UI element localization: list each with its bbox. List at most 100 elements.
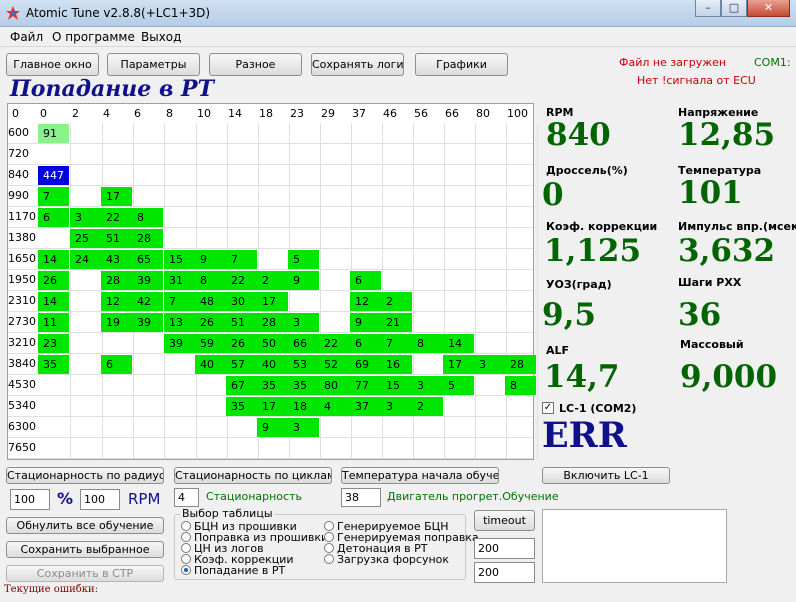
table-cell[interactable]: 22 <box>319 334 350 353</box>
table-cell[interactable]: 69 <box>350 355 381 374</box>
table-cell[interactable]: 8 <box>132 208 163 227</box>
table-cell[interactable]: 35 <box>257 376 288 395</box>
learning-temp-button[interactable]: Температура начала обучения <box>341 467 499 484</box>
table-cell[interactable]: 447 <box>38 166 69 185</box>
table-cell[interactable]: 23 <box>38 334 69 353</box>
table-cell[interactable]: 51 <box>101 229 132 248</box>
table-cell[interactable]: 3 <box>381 397 412 416</box>
table-cell[interactable]: 2 <box>257 271 288 290</box>
table-cell[interactable]: 28 <box>101 271 132 290</box>
table-cell[interactable]: 3 <box>288 418 319 437</box>
enable-lc1-button[interactable]: Включить LC-1 <box>542 467 670 484</box>
menu-about[interactable]: О программе <box>52 30 135 44</box>
table-cell[interactable]: 7 <box>164 292 195 311</box>
table-cell[interactable]: 2 <box>412 397 443 416</box>
table-cell[interactable]: 17 <box>257 397 288 416</box>
lc1-checkbox[interactable]: ✓ <box>542 402 554 414</box>
table-cell[interactable]: 39 <box>132 271 163 290</box>
table-cell[interactable]: 17 <box>443 355 474 374</box>
table-cell[interactable]: 67 <box>226 376 257 395</box>
table-cell[interactable]: 26 <box>38 271 69 290</box>
table-cell[interactable]: 28 <box>132 229 163 248</box>
table-cell[interactable]: 53 <box>288 355 319 374</box>
stationarity-radius-button[interactable]: Стационарность по радиусам <box>6 467 164 484</box>
table-cell[interactable]: 22 <box>101 208 132 227</box>
table-cell[interactable]: 65 <box>132 250 163 269</box>
graphs-button[interactable]: Графики <box>415 53 508 76</box>
table-cell[interactable]: 40 <box>195 355 226 374</box>
table-cell[interactable]: 80 <box>319 376 350 395</box>
table-cell[interactable]: 7 <box>38 187 69 206</box>
table-cell[interactable]: 3 <box>412 376 443 395</box>
table-cell[interactable]: 35 <box>288 376 319 395</box>
table-cell[interactable]: 15 <box>381 376 412 395</box>
table-cell[interactable]: 15 <box>164 250 195 269</box>
stationarity-cycles-button[interactable]: Стационарность по циклам <box>174 467 332 484</box>
table-cell[interactable]: 31 <box>164 271 195 290</box>
table-cell[interactable]: 50 <box>257 334 288 353</box>
hit-table[interactable]: 0 0 2 4 6 8 10 14 18 23 29 37 46 56 66 80 100 600 720 840 99… <box>7 103 538 460</box>
table-cell[interactable]: 5 <box>288 250 319 269</box>
table-cell[interactable]: 12 <box>101 292 132 311</box>
table-cell[interactable]: 35 <box>226 397 257 416</box>
menu-exit[interactable]: Выход <box>141 30 181 44</box>
radio-option[interactable]: Попадание в РТ <box>181 564 285 577</box>
table-cell[interactable]: 91 <box>38 124 69 143</box>
table-cell[interactable]: 39 <box>164 334 195 353</box>
table-cell[interactable]: 8 <box>412 334 443 353</box>
close-button[interactable]: ✕ <box>747 0 790 17</box>
table-cell[interactable]: 52 <box>319 355 350 374</box>
table-cell[interactable]: 11 <box>38 313 69 332</box>
table-cell[interactable]: 22 <box>226 271 257 290</box>
table-cell[interactable]: 5 <box>443 376 474 395</box>
timeout-button[interactable]: timeout <box>474 510 535 531</box>
main-window-button[interactable]: Главное окно <box>6 53 99 76</box>
table-cell[interactable]: 6 <box>101 355 132 374</box>
menu-file[interactable]: Файл <box>10 30 43 44</box>
parameters-button[interactable]: Параметры <box>107 53 200 76</box>
reset-learning-button[interactable]: Обнулить все обучение <box>6 517 164 534</box>
table-cell[interactable]: 17 <box>101 187 132 206</box>
table-cell[interactable]: 9 <box>257 418 288 437</box>
table-cell[interactable]: 14 <box>38 292 69 311</box>
timeout-input-2[interactable]: 200 <box>474 562 535 583</box>
table-cell[interactable]: 21 <box>381 313 412 332</box>
table-cell[interactable]: 39 <box>132 313 163 332</box>
table-cell[interactable]: 8 <box>505 376 536 395</box>
table-cell[interactable]: 57 <box>226 355 257 374</box>
table-cell[interactable]: 13 <box>164 313 195 332</box>
table-cell[interactable]: 6 <box>38 208 69 227</box>
table-cell[interactable]: 6 <box>350 271 381 290</box>
table-cell[interactable]: 9 <box>350 313 381 332</box>
misc-button[interactable]: Разное <box>209 53 302 76</box>
table-cell[interactable]: 3 <box>70 208 101 227</box>
stationarity-input[interactable]: 4 <box>174 488 199 507</box>
table-cell[interactable]: 28 <box>505 355 536 374</box>
table-cell[interactable]: 9 <box>288 271 319 290</box>
table-cell[interactable]: 59 <box>195 334 226 353</box>
table-cell[interactable]: 18 <box>288 397 319 416</box>
table-cell[interactable]: 17 <box>257 292 288 311</box>
table-cell[interactable]: 28 <box>257 313 288 332</box>
table-cell[interactable]: 66 <box>288 334 319 353</box>
table-cell[interactable]: 6 <box>350 334 381 353</box>
log-textarea[interactable] <box>542 509 727 583</box>
table-cell[interactable]: 24 <box>70 250 101 269</box>
radius-percent-input[interactable]: 100 <box>10 489 50 510</box>
table-cell[interactable]: 26 <box>195 313 226 332</box>
radius-rpm-input[interactable]: 100 <box>80 489 120 510</box>
save-selected-button[interactable]: Сохранить выбранное <box>6 541 164 558</box>
table-cell[interactable]: 14 <box>38 250 69 269</box>
table-cell[interactable]: 12 <box>350 292 381 311</box>
learning-temp-input[interactable]: 38 <box>341 488 381 507</box>
table-cell[interactable]: 3 <box>288 313 319 332</box>
table-cell[interactable]: 7 <box>381 334 412 353</box>
table-cell[interactable]: 35 <box>38 355 69 374</box>
table-cell[interactable]: 2 <box>381 292 412 311</box>
save-logs-button[interactable]: Сохранять логи <box>311 53 404 76</box>
table-cell[interactable]: 9 <box>195 250 226 269</box>
table-cell[interactable]: 3 <box>474 355 505 374</box>
table-cell[interactable]: 16 <box>381 355 412 374</box>
table-cell[interactable]: 77 <box>350 376 381 395</box>
table-cell[interactable]: 40 <box>257 355 288 374</box>
